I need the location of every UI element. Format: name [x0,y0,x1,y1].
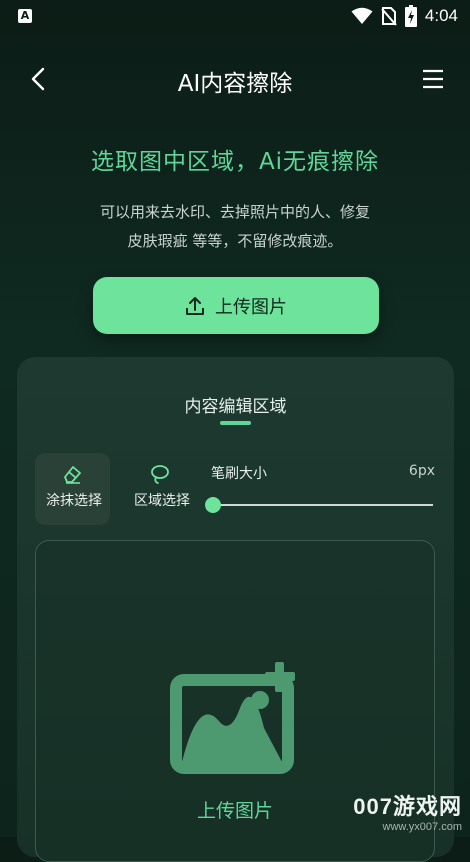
upload-button-label: 上传图片 [215,296,287,318]
tool-region-select[interactable]: 区域选择 [123,453,198,525]
brush-size-value: 6px [408,463,435,479]
status-bar: A 4:04 [0,0,470,34]
page-title: AI内容擦除 [177,71,293,97]
description-line-1: 可以用来去水印、去掉照片中的人、修复 [99,203,370,221]
battery-charging-icon [404,5,417,27]
add-image-icon [170,662,295,774]
tool-smear-select[interactable]: 涂抹选择 [35,453,110,525]
feature-description: 可以用来去水印、去掉照片中的人、修复 皮肤瑕疵 等等，不留修改痕迹。 [40,198,430,256]
top-nav-bar: AI内容擦除 [0,56,470,104]
eraser-icon [64,466,81,484]
brush-size-slider-thumb[interactable] [205,497,221,513]
no-sim-icon [381,7,397,26]
notification-app-icon: A [18,9,32,23]
watermark-main-text: 007游戏网 [353,794,462,819]
site-watermark: 007游戏网 www.yx007.com [353,789,462,833]
watermark-url: www.yx007.com [382,821,462,833]
upload-image-button[interactable]: 上传图片 [93,277,379,334]
status-time: 4:04 [424,6,458,25]
status-icons: 4:04 [351,5,458,27]
tab-active-indicator [220,421,251,425]
wifi-icon [351,7,373,24]
content-edit-panel: 内容编辑区域 涂抹选择 区域选择 笔刷大小 6px 上传图片 [17,357,454,862]
description-line-2: 皮肤瑕疵 等等，不留修改痕迹。 [127,232,343,250]
hamburger-menu-icon[interactable] [422,68,444,90]
feature-headline: 选取图中区域，Ai无痕擦除 [90,149,380,175]
brush-size-slider-track[interactable] [213,504,433,506]
lasso-icon [151,465,169,484]
brush-size-label: 笔刷大小 [211,466,267,482]
tool-region-label: 区域选择 [134,493,190,509]
upload-icon [186,296,204,315]
tool-smear-label: 涂抹选择 [46,493,102,509]
tab-content-edit-area[interactable]: 内容编辑区域 [17,392,454,417]
